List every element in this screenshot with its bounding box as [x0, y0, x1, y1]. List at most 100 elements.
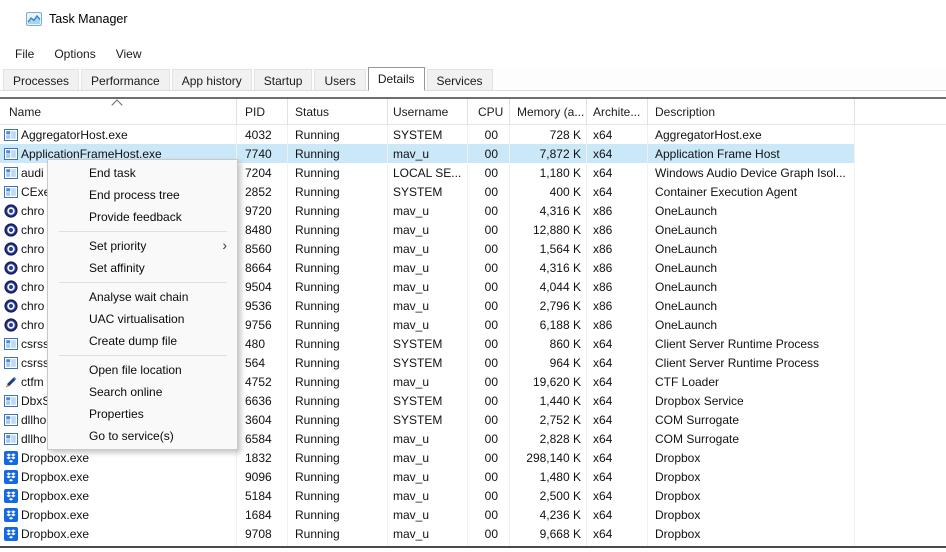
cpu-cell: 00	[468, 315, 510, 334]
cpu-cell: 00	[468, 296, 510, 315]
description-cell: Container Execution Agent	[648, 182, 855, 201]
column-header-pid[interactable]: PID	[237, 99, 288, 124]
cpu-cell: 00	[468, 258, 510, 277]
status-cell: Running	[288, 315, 388, 334]
process-row[interactable]: Dropbox.exe9708Runningmav_u009,668 Kx64D…	[0, 524, 946, 543]
menu-item-end-task[interactable]: End task	[48, 162, 237, 184]
menu-item-uac-virtualisation[interactable]: UAC virtualisation	[48, 308, 237, 330]
pid-cell: 9536	[237, 296, 288, 315]
architecture-cell: x64	[587, 486, 648, 505]
username-cell: mav_u	[388, 505, 468, 524]
process-name: ctfm	[21, 375, 44, 389]
menu-item-search-online[interactable]: Search online	[48, 381, 237, 403]
blank-cell	[855, 467, 946, 486]
menu-item-provide-feedback[interactable]: Provide feedback	[48, 206, 237, 228]
column-header-memory-a[interactable]: Memory (a...	[510, 99, 587, 124]
process-row[interactable]: Dropbox.exe9096Runningmav_u001,480 Kx64D…	[0, 467, 946, 486]
username-cell: mav_u	[388, 201, 468, 220]
process-name: audi	[21, 166, 44, 180]
process-name: dllho	[21, 432, 46, 446]
username-cell: SYSTEM	[388, 125, 468, 144]
status-cell: Running	[288, 372, 388, 391]
architecture-cell: x86	[587, 315, 648, 334]
dropbox-icon	[4, 489, 18, 503]
memory-cell: 1,564 K	[510, 239, 587, 258]
menu-item-properties[interactable]: Properties	[48, 403, 237, 425]
name-cell: AggregatorHost.exe	[0, 125, 237, 144]
cpu-cell: 00	[468, 125, 510, 144]
pen-icon	[4, 375, 18, 389]
process-name: chro	[21, 242, 44, 256]
pid-cell: 8480	[237, 220, 288, 239]
tab-users[interactable]: Users	[314, 69, 365, 90]
process-name: chro	[21, 223, 44, 237]
column-header-blank[interactable]	[855, 99, 946, 124]
column-header-archite[interactable]: Archite...	[587, 99, 648, 124]
process-row[interactable]: Dropbox.exe1832Runningmav_u00298,140 Kx6…	[0, 448, 946, 467]
memory-cell: 12,880 K	[510, 220, 587, 239]
description-cell: Dropbox	[648, 486, 855, 505]
process-name: DbxS	[21, 394, 50, 408]
description-cell: Dropbox	[648, 505, 855, 524]
onelaunch-icon	[4, 242, 18, 256]
status-cell: Running	[288, 429, 388, 448]
process-name: chro	[21, 318, 44, 332]
menu-item-create-dump-file[interactable]: Create dump file	[48, 330, 237, 352]
pid-cell: 9504	[237, 277, 288, 296]
username-cell: mav_u	[388, 220, 468, 239]
app-window-icon	[4, 128, 18, 142]
menubar-item-options[interactable]: Options	[44, 45, 105, 63]
column-header-username[interactable]: Username	[388, 99, 468, 124]
cpu-cell: 00	[468, 486, 510, 505]
onelaunch-icon	[4, 280, 18, 294]
column-header-description[interactable]: Description	[648, 99, 855, 124]
menu-item-set-affinity[interactable]: Set affinity	[48, 257, 237, 279]
username-cell: SYSTEM	[388, 410, 468, 429]
window-edge	[0, 548, 946, 552]
process-name: dllho	[21, 413, 46, 427]
tab-details[interactable]: Details	[368, 67, 425, 91]
menu-item-set-priority[interactable]: Set priority›	[48, 235, 237, 257]
blank-cell	[855, 315, 946, 334]
process-name: chro	[21, 204, 44, 218]
menu-item-analyse-wait-chain[interactable]: Analyse wait chain	[48, 286, 237, 308]
memory-cell: 4,236 K	[510, 505, 587, 524]
name-cell: Dropbox.exe	[0, 486, 237, 505]
username-cell: mav_u	[388, 296, 468, 315]
cpu-cell: 00	[468, 353, 510, 372]
menu-item-open-file-location[interactable]: Open file location	[48, 359, 237, 381]
process-name: csrss	[21, 337, 49, 351]
cpu-cell: 00	[468, 372, 510, 391]
description-cell: Dropbox Service	[648, 391, 855, 410]
tab-processes[interactable]: Processes	[3, 69, 79, 90]
memory-cell: 2,828 K	[510, 429, 587, 448]
memory-cell: 4,044 K	[510, 277, 587, 296]
menu-item-end-process-tree[interactable]: End process tree	[48, 184, 237, 206]
pid-cell: 6636	[237, 391, 288, 410]
memory-cell: 860 K	[510, 334, 587, 353]
tab-app-history[interactable]: App history	[172, 69, 252, 90]
blank-cell	[855, 163, 946, 182]
column-header-cpu[interactable]: CPU	[468, 99, 510, 124]
cpu-cell: 00	[468, 391, 510, 410]
description-cell: Dropbox	[648, 467, 855, 486]
tab-performance[interactable]: Performance	[81, 69, 170, 90]
menu-item-go-to-service-s[interactable]: Go to service(s)	[48, 425, 237, 447]
process-row[interactable]: Dropbox.exe5184Runningmav_u002,500 Kx64D…	[0, 486, 946, 505]
description-cell: Client Server Runtime Process	[648, 353, 855, 372]
cpu-cell: 00	[468, 182, 510, 201]
pid-cell: 480	[237, 334, 288, 353]
process-name: AggregatorHost.exe	[21, 128, 128, 142]
column-header-status[interactable]: Status	[288, 99, 388, 124]
tab-services[interactable]: Services	[427, 69, 493, 90]
pid-cell: 564	[237, 353, 288, 372]
tab-bar: ProcessesPerformanceApp historyStartupUs…	[0, 67, 946, 91]
blank-cell	[855, 486, 946, 505]
process-row[interactable]: AggregatorHost.exe4032RunningSYSTEM00728…	[0, 125, 946, 144]
username-cell: mav_u	[388, 524, 468, 543]
menubar-item-file[interactable]: File	[5, 45, 44, 63]
process-row[interactable]: Dropbox.exe1684Runningmav_u004,236 Kx64D…	[0, 505, 946, 524]
tab-startup[interactable]: Startup	[254, 69, 313, 90]
menubar-item-view[interactable]: View	[106, 45, 152, 63]
app-window-icon	[4, 147, 18, 161]
